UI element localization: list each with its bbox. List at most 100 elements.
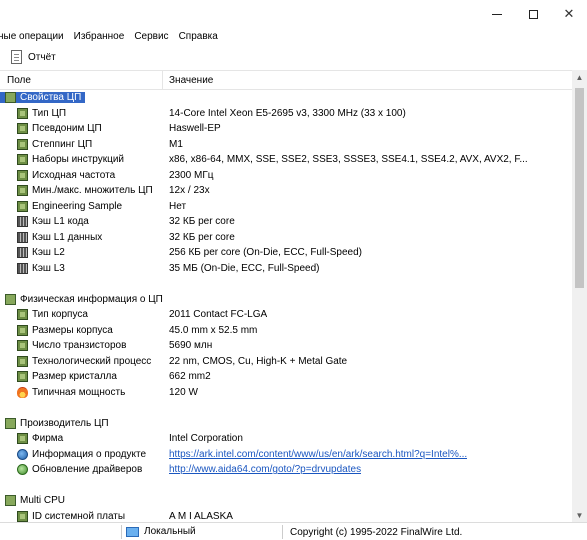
section-title: Multi CPU <box>20 495 66 507</box>
field-cell: Тип ЦП <box>0 107 163 119</box>
section-row[interactable]: Свойства ЦП <box>0 90 572 106</box>
maximize-icon <box>528 9 538 19</box>
value-cell: 662 mm2 <box>169 371 211 383</box>
value-link[interactable]: https://ark.intel.com/content/www/us/en/… <box>163 449 467 460</box>
cpu-icon <box>17 169 28 181</box>
value-cell: Haswell-EP <box>169 123 221 135</box>
value-cell: 35 МБ (On-Die, ECC, Full-Speed) <box>169 262 320 274</box>
field-label: Кэш L2 <box>32 247 65 259</box>
section-row[interactable]: Multi CPU <box>0 493 572 509</box>
column-header-field[interactable]: Поле <box>0 71 163 89</box>
field-cell: Размер кристалла <box>0 371 163 383</box>
menu-help[interactable]: Справка <box>174 31 223 42</box>
document-icon <box>11 50 22 64</box>
update-icon <box>17 464 28 476</box>
list-item[interactable]: Степпинг ЦП M1 <box>0 137 572 153</box>
list-item[interactable]: ID системной платы A M I ALASKA <box>0 509 572 523</box>
list-item[interactable]: Обновление драйверов http://www.aida64.co… <box>0 462 572 478</box>
list-item[interactable]: Фирма Intel Corporation <box>0 431 572 447</box>
field-label: Тип ЦП <box>32 107 67 119</box>
column-header-value[interactable]: Значение <box>163 75 213 86</box>
report-button[interactable]: Отчёт <box>11 50 56 64</box>
maximize-button[interactable] <box>525 6 541 22</box>
cpu-icon <box>17 355 28 367</box>
field-cell: Кэш L1 данных <box>0 231 163 243</box>
list-item[interactable]: Технологический процесс 22 nm, CMOS, Cu, … <box>0 354 572 370</box>
list-item[interactable]: Размеры корпуса 45.0 mm x 52.5 mm <box>0 323 572 339</box>
scrollbar-thumb[interactable] <box>575 88 584 288</box>
value-cell: Intel Corporation <box>169 433 243 445</box>
field-label: Типичная мощность <box>32 386 126 398</box>
field-label: Обновление драйверов <box>32 464 143 476</box>
cpu-icon <box>17 371 28 383</box>
field-label: Информация о продукте <box>32 448 147 460</box>
list-body: Свойства ЦП Тип ЦП 14-Core Intel Xeon E5-2… <box>0 90 572 522</box>
field-cell: Обновление драйверов <box>0 464 163 476</box>
list-item[interactable]: Engineering Sample Нет <box>0 199 572 215</box>
value-cell: 45.0 mm x 52.5 mm <box>169 324 258 336</box>
list-item[interactable]: Типичная мощность 120 W <box>0 385 572 401</box>
section-title: Свойства ЦП <box>20 92 82 104</box>
value-cell: x86, x86-64, MMX, SSE, SSE2, SSE3, SSSE3… <box>169 154 528 166</box>
field-cell: Псевдоним ЦП <box>0 123 163 135</box>
value-cell: M1 <box>169 138 183 150</box>
section-row[interactable]: Производитель ЦП <box>0 416 572 432</box>
field-label: Размер кристалла <box>32 371 117 383</box>
list-item[interactable]: Наборы инструкций x86, x86-64, MMX, SSE, … <box>0 152 572 168</box>
value-link[interactable]: http://www.aida64.com/goto/?p=drvupdates <box>163 464 361 475</box>
scroll-down-icon[interactable]: ▼ <box>572 508 587 522</box>
menu-favorites[interactable]: Избранное <box>69 31 130 42</box>
list-item[interactable]: Информация о продукте https://ark.intel.c… <box>0 447 572 463</box>
list-item[interactable]: Кэш L1 данных 32 КБ per core <box>0 230 572 246</box>
list-header: Поле Значение <box>0 71 572 90</box>
list-item[interactable]: Псевдоним ЦП Haswell-EP <box>0 121 572 137</box>
cpu-icon <box>17 309 28 321</box>
value-cell: 14-Core Intel Xeon E5-2695 v3, 3300 MHz … <box>169 107 406 119</box>
list-item[interactable]: Кэш L3 35 МБ (On-Die, ECC, Full-Speed) <box>0 261 572 277</box>
field-label: Кэш L1 кода <box>32 216 89 228</box>
properties-list: Поле Значение Свойства ЦП Тип ЦП 14-Core I… <box>0 70 572 522</box>
list-item[interactable]: Мин./макс. множитель ЦП 12x / 23x <box>0 183 572 199</box>
list-item[interactable]: Кэш L2 256 КБ per core (On-Die, ECC, Full… <box>0 245 572 261</box>
section-row[interactable]: Физическая информация о ЦП <box>0 292 572 308</box>
field-cell: Фирма <box>0 433 163 445</box>
status-copyright: Copyright (c) 1995-2022 FinalWire Ltd. <box>290 527 463 538</box>
column-header-value-label: Значение <box>169 74 214 86</box>
field-cell: Кэш L3 <box>0 262 163 274</box>
cpu-section-icon <box>5 417 16 429</box>
section-cell: Физическая информация о ЦП <box>0 293 163 305</box>
list-item[interactable]: Кэш L1 кода 32 КБ per core <box>0 214 572 230</box>
field-cell: Число транзисторов <box>0 340 163 352</box>
field-label: Исходная частота <box>32 169 116 181</box>
value-cell: 22 nm, CMOS, Cu, High-K + Metal Gate <box>169 355 348 367</box>
list-item[interactable]: Тип корпуса 2011 Contact FC-LGA <box>0 307 572 323</box>
field-cell: Мин./макс. множитель ЦП <box>0 185 163 197</box>
vertical-scrollbar[interactable]: ▲ ▼ <box>572 70 587 522</box>
field-cell: Информация о продукте <box>0 448 163 460</box>
status-local: Локальный <box>126 526 196 537</box>
field-label: Engineering Sample <box>32 200 123 212</box>
close-button[interactable]: ✕ <box>561 6 577 22</box>
field-label: Размеры корпуса <box>32 324 113 336</box>
minimize-button[interactable] <box>489 6 505 22</box>
list-item[interactable]: Размер кристалла 662 mm2 <box>0 369 572 385</box>
list-item[interactable]: Число транзисторов 5690 млн <box>0 338 572 354</box>
menu-operations[interactable]: ные операции <box>0 31 69 42</box>
scroll-up-icon[interactable]: ▲ <box>572 70 587 84</box>
value-cell: A M I ALASKA <box>169 510 233 522</box>
value-cell: Нет <box>169 200 187 212</box>
menu-bar: ные операции Избранное Сервис Справка <box>0 28 587 45</box>
value-cell: 256 КБ per core (On-Die, ECC, Full-Speed… <box>169 247 363 259</box>
list-item[interactable]: Исходная частота 2300 МГц <box>0 168 572 184</box>
value-cell: 2011 Contact FC-LGA <box>169 309 268 321</box>
field-label: Кэш L1 данных <box>32 231 103 243</box>
section-title: Производитель ЦП <box>20 417 109 429</box>
field-label: Наборы инструкций <box>32 154 125 166</box>
field-cell: Engineering Sample <box>0 200 163 212</box>
menu-service[interactable]: Сервис <box>129 31 173 42</box>
list-item[interactable]: Тип ЦП 14-Core Intel Xeon E5-2695 v3, 330… <box>0 106 572 122</box>
cpu-icon <box>17 324 28 336</box>
cpu-icon <box>17 433 28 445</box>
